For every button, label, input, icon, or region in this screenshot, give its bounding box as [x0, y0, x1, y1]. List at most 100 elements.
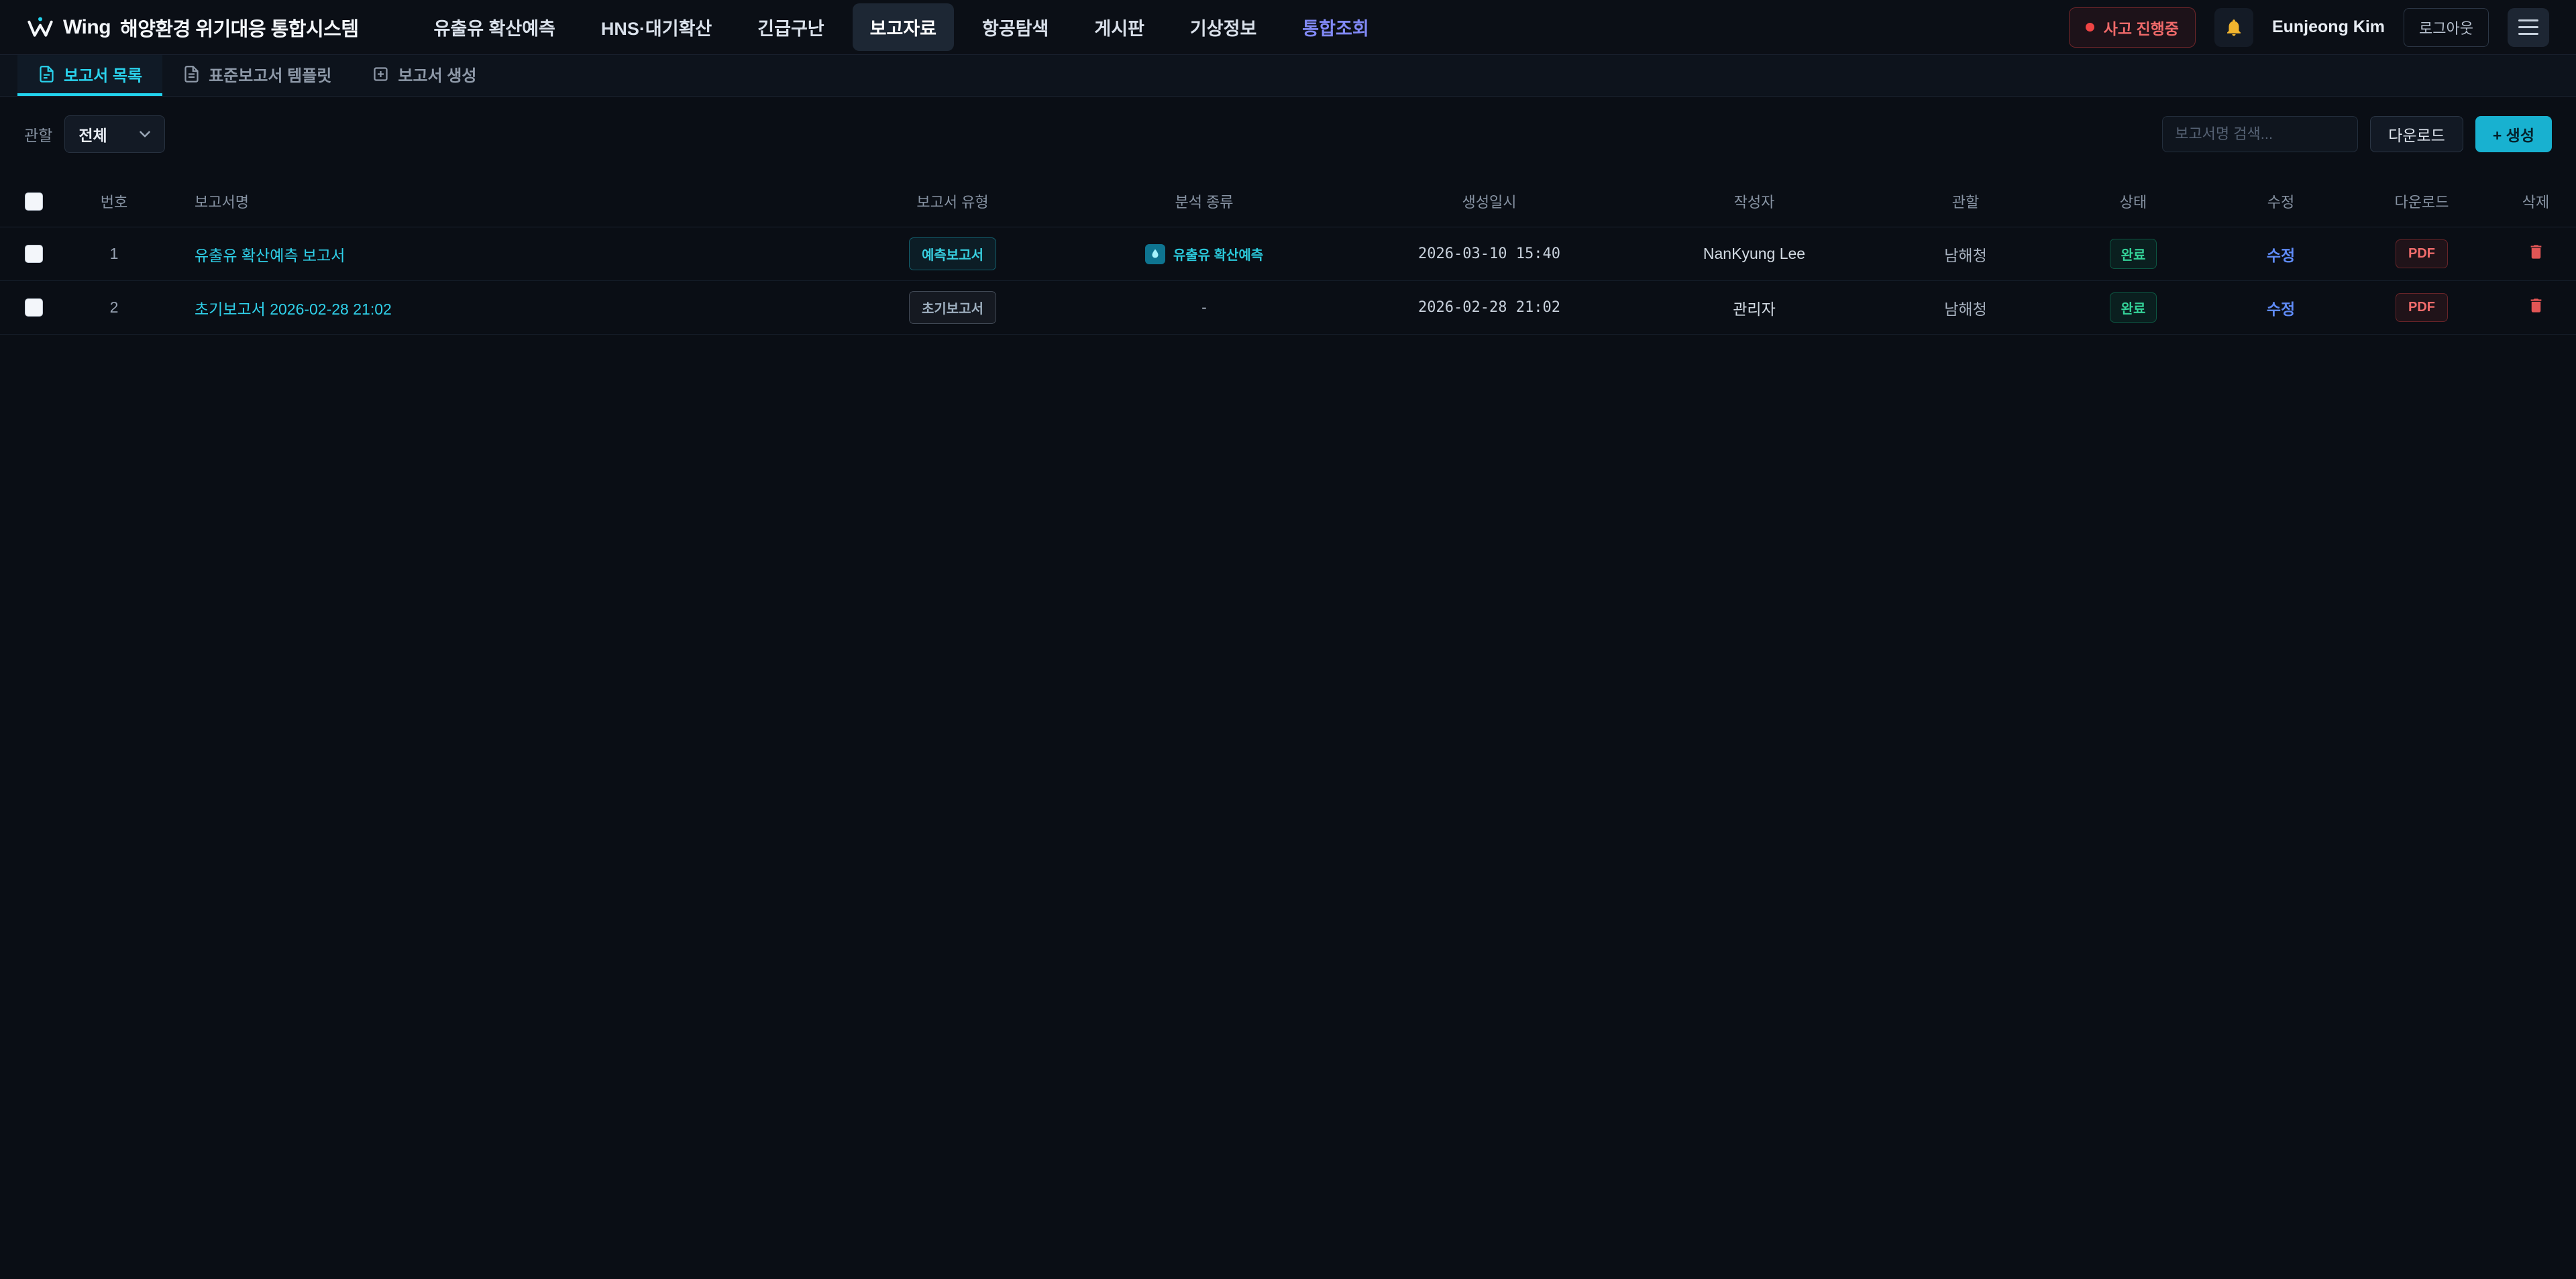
- app-title: 해양환경 위기대응 통합시스템: [120, 13, 358, 42]
- report-template-icon: [182, 65, 201, 83]
- download-button[interactable]: 다운로드: [2370, 116, 2463, 152]
- report-name-link[interactable]: 유출유 확산예측 보고서: [195, 247, 345, 264]
- created-at: 2026-02-28 21:02: [1348, 299, 1630, 316]
- hamburger-icon: [2518, 19, 2538, 21]
- tab-report-template-label: 표준보고서 템플릿: [209, 62, 331, 86]
- jurisdiction-label: 관할: [24, 123, 52, 146]
- status-badge: 완료: [2110, 292, 2157, 323]
- jurisdiction: 남해청: [1878, 243, 2053, 266]
- nav-item-rescue[interactable]: 긴급구난: [740, 3, 841, 51]
- col-header-no: 번호: [67, 180, 161, 224]
- user-name: Eunjeong Kim: [2272, 17, 2385, 37]
- col-header-edit: 수정: [2214, 180, 2348, 224]
- edit-link[interactable]: 수정: [2267, 247, 2295, 264]
- row-checkbox[interactable]: [25, 245, 43, 263]
- edit-link[interactable]: 수정: [2267, 300, 2295, 318]
- col-header-delete: 삭제: [2496, 180, 2576, 224]
- row-checkbox[interactable]: [25, 298, 43, 317]
- report-type-badge: 예측보고서: [909, 237, 996, 270]
- tab-report-list[interactable]: 보고서 목록: [17, 55, 162, 96]
- report-list-icon: [38, 65, 56, 83]
- status-cell: 완료: [2053, 292, 2214, 323]
- logout-button[interactable]: 로그아웃: [2404, 8, 2489, 47]
- create-report-button[interactable]: + 생성: [2475, 116, 2552, 152]
- report-name-link[interactable]: 초기보고서 2026-02-28 21:02: [195, 300, 392, 318]
- hamburger-menu-button[interactable]: [2508, 8, 2549, 47]
- col-header-type: 보고서 유형: [845, 180, 1060, 224]
- tab-report-create[interactable]: 보고서 생성: [352, 55, 496, 96]
- incident-status-badge: 사고 진행중: [2069, 7, 2196, 48]
- trash-icon: [2527, 296, 2545, 315]
- tab-report-list-label: 보고서 목록: [64, 62, 142, 86]
- report-name-cell: 유출유 확산예측 보고서: [161, 243, 845, 266]
- author: 관리자: [1630, 296, 1878, 319]
- nav-right: 사고 진행중 Eunjeong Kim 로그아웃: [2069, 7, 2549, 48]
- tab-report-template[interactable]: 표준보고서 템플릿: [162, 55, 352, 96]
- col-header-analysis: 분석 종류: [1060, 180, 1348, 224]
- chevron-down-icon: [136, 125, 154, 143]
- nav-item-weather[interactable]: 기상정보: [1173, 3, 1274, 51]
- report-type-cell: 예측보고서: [845, 237, 1060, 270]
- pdf-download-button[interactable]: PDF: [2396, 293, 2448, 322]
- trash-icon: [2527, 243, 2545, 261]
- nav-item-board[interactable]: 게시판: [1077, 3, 1162, 51]
- brand[interactable]: Wing 해양환경 위기대응 통합시스템: [27, 13, 359, 42]
- report-table: 번호 보고서명 보고서 유형 분석 종류 생성일시 작성자 관할 상태 수정 다…: [0, 173, 2576, 335]
- edit-cell: 수정: [2214, 243, 2348, 266]
- col-header-jurisdiction: 관할: [1878, 180, 2053, 224]
- col-header-created: 생성일시: [1348, 180, 1630, 224]
- row-no: 1: [67, 245, 161, 263]
- col-header-name: 보고서명: [161, 180, 845, 224]
- nav-item-integrated-search[interactable]: 통합조회: [1285, 3, 1386, 51]
- jurisdiction-select[interactable]: 전체: [64, 115, 165, 153]
- row-checkbox-cell: [0, 298, 67, 317]
- table-row: 1 유출유 확산예측 보고서 예측보고서 유출유 확산예측 2026-03-10…: [0, 227, 2576, 281]
- main-nav: 유출유 확산예측 HNS·대기확산 긴급구난 보고자료 항공탐색 게시판 기상정…: [417, 3, 1387, 51]
- col-header-download: 다운로드: [2348, 180, 2496, 224]
- author: NanKyung Lee: [1630, 245, 1878, 263]
- download-cell: PDF: [2348, 293, 2496, 322]
- tab-report-create-label: 보고서 생성: [398, 62, 476, 86]
- report-type-badge: 초기보고서: [909, 291, 996, 324]
- notifications-button[interactable]: [2214, 8, 2253, 47]
- row-checkbox-cell: [0, 245, 67, 263]
- delete-button[interactable]: [2527, 296, 2545, 315]
- bell-icon: [2224, 17, 2244, 38]
- analysis-type-cell: -: [1060, 298, 1348, 317]
- oil-droplet-icon: [1145, 244, 1165, 264]
- col-header-status: 상태: [2053, 180, 2214, 224]
- report-create-icon: [372, 65, 390, 83]
- edit-cell: 수정: [2214, 296, 2348, 319]
- filter-bar: 관할 전체 다운로드 + 생성: [24, 115, 2552, 153]
- nav-item-aerial-search[interactable]: 항공탐색: [965, 3, 1066, 51]
- created-at: 2026-03-10 15:40: [1348, 245, 1630, 262]
- table-row: 2 초기보고서 2026-02-28 21:02 초기보고서 - 2026-02…: [0, 281, 2576, 335]
- select-all-cell: [0, 182, 67, 223]
- delete-cell: [2496, 296, 2576, 319]
- delete-cell: [2496, 243, 2576, 265]
- col-header-author: 작성자: [1630, 180, 1878, 224]
- incident-status-label: 사고 진행중: [2104, 16, 2179, 39]
- jurisdiction: 남해청: [1878, 296, 2053, 319]
- report-name-cell: 초기보고서 2026-02-28 21:02: [161, 296, 845, 319]
- download-cell: PDF: [2348, 239, 2496, 268]
- logo-text: Wing: [63, 16, 111, 39]
- status-badge: 완료: [2110, 239, 2157, 269]
- logo-icon: [27, 14, 54, 41]
- delete-button[interactable]: [2527, 243, 2545, 261]
- top-nav: Wing 해양환경 위기대응 통합시스템 유출유 확산예측 HNS·대기확산 긴…: [0, 0, 2576, 55]
- report-search-input[interactable]: [2162, 116, 2358, 152]
- analysis-type-cell: 유출유 확산예측: [1060, 244, 1348, 264]
- nav-item-oil-spill[interactable]: 유출유 확산예측: [417, 3, 573, 51]
- incident-dot-icon: [2086, 23, 2094, 32]
- pdf-download-button[interactable]: PDF: [2396, 239, 2448, 268]
- table-header-row: 번호 보고서명 보고서 유형 분석 종류 생성일시 작성자 관할 상태 수정 다…: [0, 173, 2576, 227]
- nav-item-hns[interactable]: HNS·대기확산: [584, 3, 729, 51]
- status-cell: 완료: [2053, 239, 2214, 269]
- nav-item-reports[interactable]: 보고자료: [853, 3, 954, 51]
- analysis-type-label: 유출유 확산예측: [1173, 244, 1263, 264]
- row-no: 2: [67, 298, 161, 317]
- jurisdiction-select-value: 전체: [78, 123, 107, 146]
- report-tabbar: 보고서 목록 표준보고서 템플릿 보고서 생성: [0, 55, 2576, 97]
- select-all-checkbox[interactable]: [25, 192, 43, 211]
